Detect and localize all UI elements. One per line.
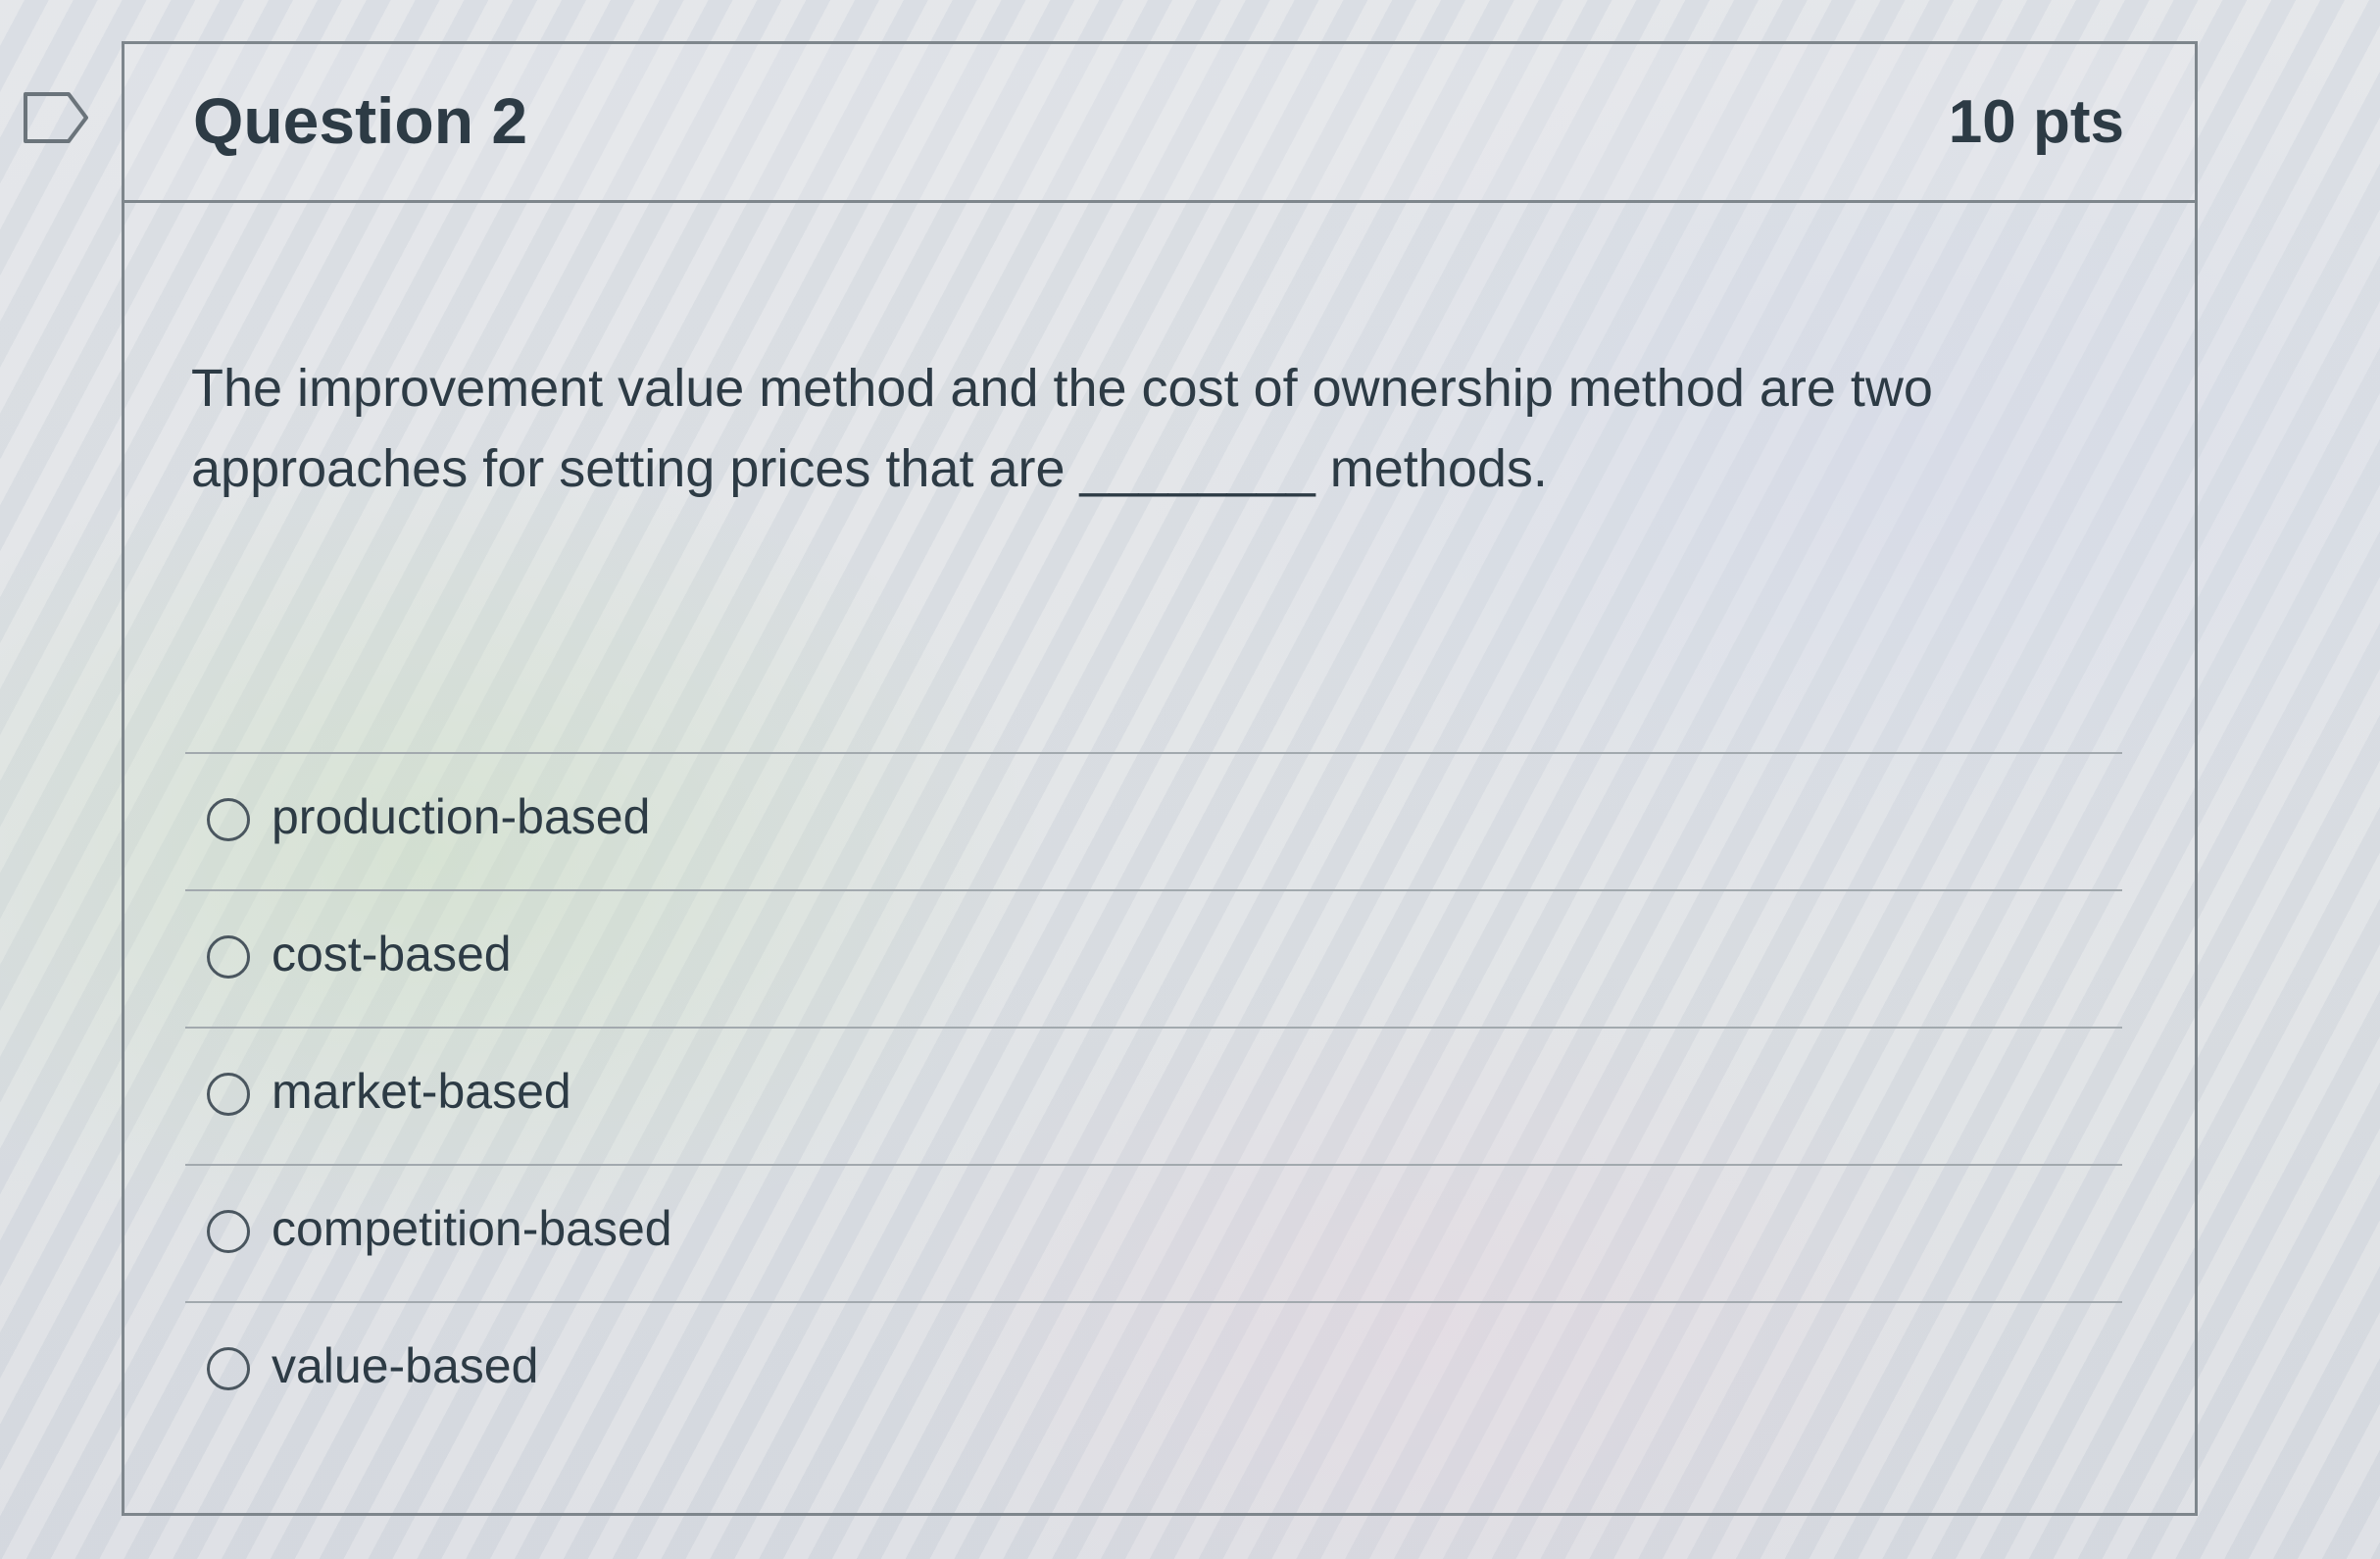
answer-option[interactable]: cost-based: [185, 889, 2122, 1027]
radio-button[interactable]: [207, 1073, 250, 1116]
question-title: Question 2: [193, 84, 528, 157]
radio-button[interactable]: [207, 1347, 250, 1390]
answer-list: production-based cost-based market-based…: [185, 752, 2122, 1456]
answer-option[interactable]: competition-based: [185, 1164, 2122, 1301]
answer-label[interactable]: competition-based: [272, 1199, 672, 1258]
question-text-line: approaches for setting prices that are _…: [191, 439, 1548, 498]
answer-label[interactable]: value-based: [272, 1336, 538, 1395]
radio-button[interactable]: [207, 798, 250, 841]
radio-button[interactable]: [207, 1210, 250, 1253]
radio-button[interactable]: [207, 935, 250, 979]
question-text: The improvement value method and the cos…: [191, 348, 2132, 509]
question-card: Question 2 10 pts The improvement value …: [122, 41, 2198, 1516]
answer-option[interactable]: market-based: [185, 1027, 2122, 1164]
flag-question-icon[interactable]: [22, 90, 92, 145]
question-header: Question 2 10 pts: [124, 44, 2195, 203]
answer-option[interactable]: production-based: [185, 752, 2122, 889]
answer-label[interactable]: cost-based: [272, 925, 512, 983]
answer-label[interactable]: production-based: [272, 787, 650, 846]
question-text-line: The improvement value method and the cos…: [191, 359, 1933, 418]
answer-option[interactable]: value-based: [185, 1301, 2122, 1456]
answer-label[interactable]: market-based: [272, 1062, 571, 1121]
question-points: 10 pts: [1948, 88, 2124, 156]
